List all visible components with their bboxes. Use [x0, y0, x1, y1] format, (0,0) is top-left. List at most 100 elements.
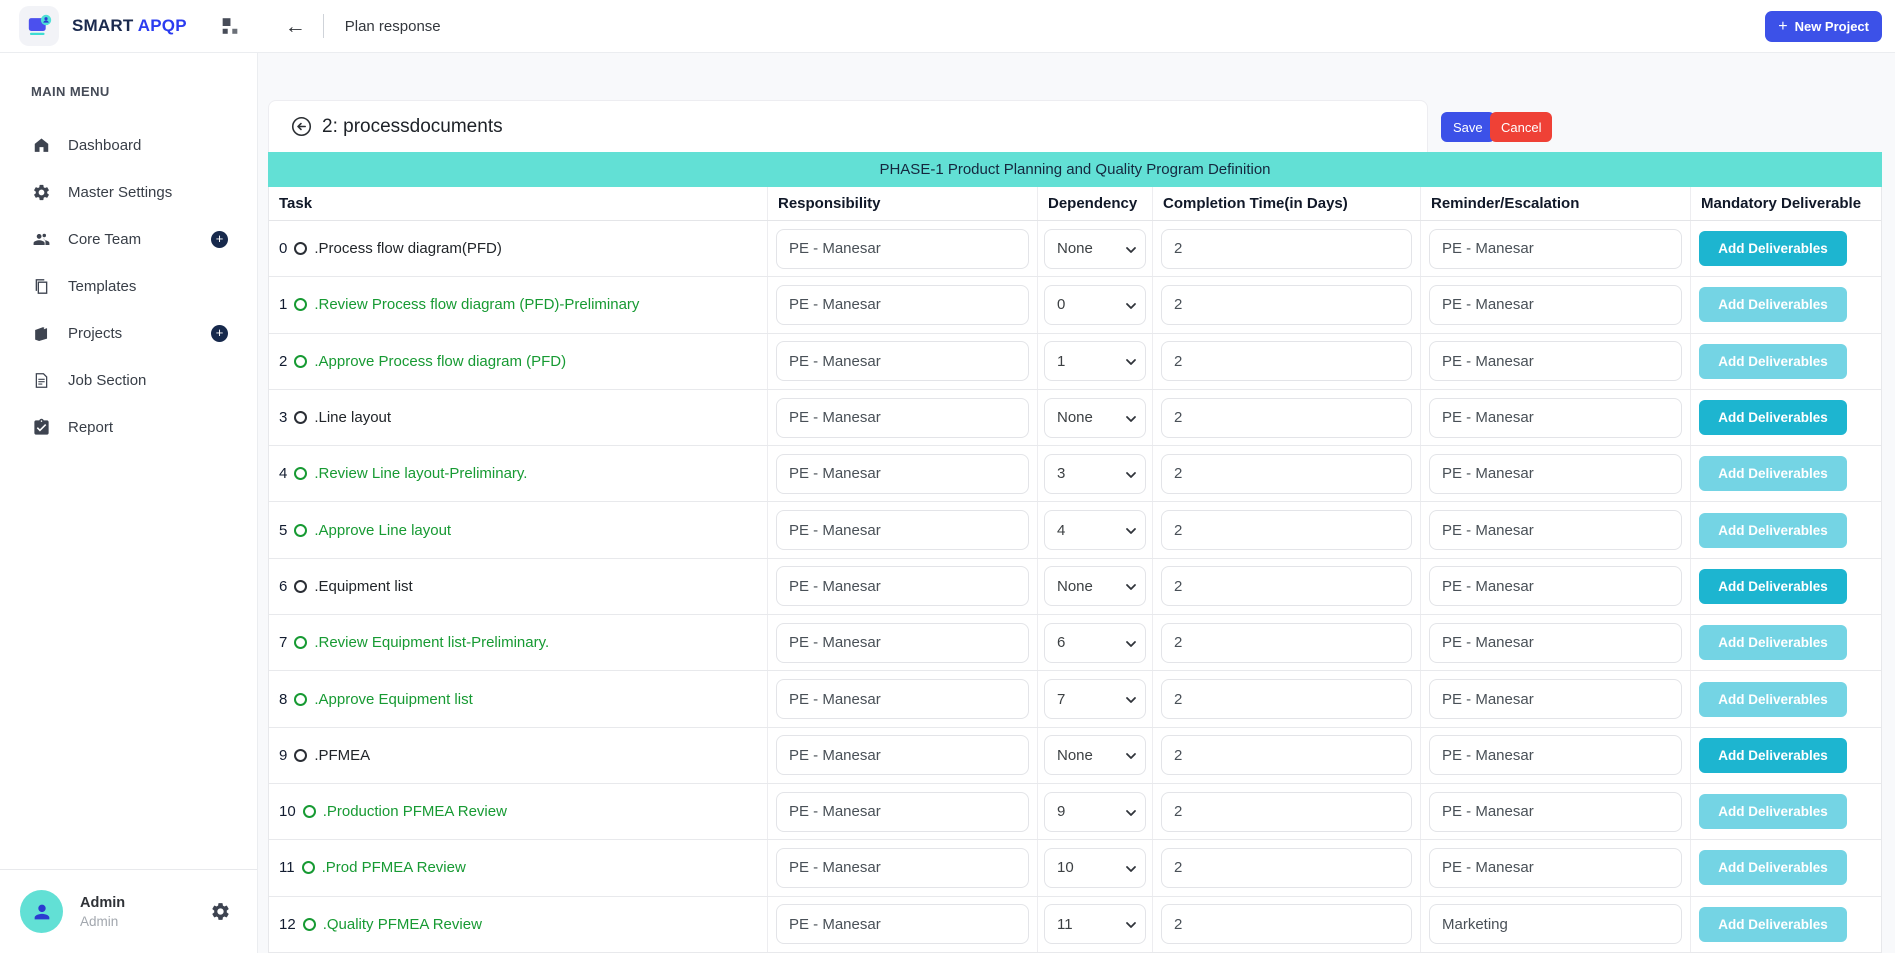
- completion-time-input[interactable]: [1161, 735, 1412, 775]
- add-plus-icon[interactable]: +: [211, 325, 228, 342]
- task-radio[interactable]: [294, 636, 307, 649]
- reminder-input[interactable]: [1429, 398, 1682, 438]
- task-radio[interactable]: [294, 749, 307, 762]
- sidebar-item-projects[interactable]: Projects+: [0, 310, 257, 357]
- reminder-input[interactable]: [1429, 679, 1682, 719]
- completion-time-input[interactable]: [1161, 285, 1412, 325]
- back-arrow-icon[interactable]: ←: [285, 16, 306, 37]
- completion-time-input[interactable]: [1161, 904, 1412, 944]
- add-plus-icon[interactable]: +: [211, 231, 228, 248]
- completion-time-input[interactable]: [1161, 848, 1412, 888]
- add-deliverables-button[interactable]: Add Deliverables: [1699, 850, 1847, 885]
- task-radio[interactable]: [294, 580, 307, 593]
- sidebar-item-master-settings[interactable]: Master Settings: [0, 169, 257, 216]
- task-radio[interactable]: [294, 693, 307, 706]
- dependency-select[interactable]: None: [1045, 567, 1145, 605]
- task-radio[interactable]: [294, 411, 307, 424]
- reminder-input[interactable]: [1429, 623, 1682, 663]
- reminder-input[interactable]: [1429, 904, 1682, 944]
- add-deliverables-button[interactable]: Add Deliverables: [1699, 794, 1847, 829]
- responsibility-input[interactable]: [776, 510, 1029, 550]
- reminder-input[interactable]: [1429, 510, 1682, 550]
- add-deliverables-button[interactable]: Add Deliverables: [1699, 287, 1847, 322]
- task-radio[interactable]: [294, 524, 307, 537]
- dependency-select[interactable]: 6: [1045, 624, 1145, 662]
- reminder-input[interactable]: [1429, 229, 1682, 269]
- task-radio[interactable]: [302, 861, 315, 874]
- dependency-select[interactable]: None: [1045, 230, 1145, 268]
- task-radio[interactable]: [294, 467, 307, 480]
- reminder-input[interactable]: [1429, 792, 1682, 832]
- add-deliverables-button[interactable]: Add Deliverables: [1699, 400, 1847, 435]
- reminder-input[interactable]: [1429, 285, 1682, 325]
- add-deliverables-button[interactable]: Add Deliverables: [1699, 513, 1847, 548]
- reminder-input[interactable]: [1429, 454, 1682, 494]
- responsibility-input[interactable]: [776, 735, 1029, 775]
- completion-time-input[interactable]: [1161, 566, 1412, 606]
- responsibility-input[interactable]: [776, 904, 1029, 944]
- responsibility-input[interactable]: [776, 341, 1029, 381]
- responsibility-input[interactable]: [776, 398, 1029, 438]
- dependency-select[interactable]: None: [1045, 736, 1145, 774]
- completion-time-input[interactable]: [1161, 398, 1412, 438]
- completion-time-input[interactable]: [1161, 229, 1412, 269]
- dependency-select[interactable]: 4: [1045, 511, 1145, 549]
- plan-title: 2: processdocuments: [322, 116, 503, 138]
- sidebar-item-templates[interactable]: Templates: [0, 263, 257, 310]
- sidebar-item-dashboard[interactable]: Dashboard: [0, 122, 257, 169]
- dependency-select[interactable]: 3: [1045, 455, 1145, 493]
- dependency-select[interactable]: 9: [1045, 793, 1145, 831]
- task-radio[interactable]: [303, 805, 316, 818]
- sidebar-item-job-section[interactable]: Job Section: [0, 357, 257, 404]
- reminder-cell: [1421, 840, 1691, 895]
- add-deliverables-button[interactable]: Add Deliverables: [1699, 344, 1847, 379]
- responsibility-input[interactable]: [776, 229, 1029, 269]
- add-deliverables-button[interactable]: Add Deliverables: [1699, 682, 1847, 717]
- task-radio[interactable]: [294, 242, 307, 255]
- save-button[interactable]: Save: [1441, 112, 1495, 142]
- add-deliverables-button[interactable]: Add Deliverables: [1699, 625, 1847, 660]
- reminder-input[interactable]: [1429, 341, 1682, 381]
- responsibility-cell: [768, 390, 1038, 445]
- responsibility-input[interactable]: [776, 848, 1029, 888]
- responsibility-input[interactable]: [776, 679, 1029, 719]
- responsibility-input[interactable]: [776, 623, 1029, 663]
- apps-grid-icon[interactable]: [219, 15, 241, 37]
- back-circle-icon[interactable]: [291, 116, 312, 137]
- new-project-button[interactable]: + New Project: [1765, 11, 1882, 42]
- completion-time-input[interactable]: [1161, 454, 1412, 494]
- task-radio[interactable]: [294, 355, 307, 368]
- responsibility-input[interactable]: [776, 792, 1029, 832]
- add-deliverables-button[interactable]: Add Deliverables: [1699, 569, 1847, 604]
- dependency-select[interactable]: 7: [1045, 680, 1145, 718]
- completion-time-input[interactable]: [1161, 510, 1412, 550]
- responsibility-input[interactable]: [776, 566, 1029, 606]
- task-radio[interactable]: [294, 298, 307, 311]
- add-deliverables-button[interactable]: Add Deliverables: [1699, 456, 1847, 491]
- dependency-select[interactable]: 11: [1045, 905, 1145, 943]
- reminder-input[interactable]: [1429, 735, 1682, 775]
- add-deliverables-button[interactable]: Add Deliverables: [1699, 907, 1847, 942]
- add-deliverables-button[interactable]: Add Deliverables: [1699, 738, 1847, 773]
- reminder-input[interactable]: [1429, 566, 1682, 606]
- dependency-select[interactable]: 0: [1045, 286, 1145, 324]
- dependency-select[interactable]: 1: [1045, 342, 1145, 380]
- sidebar-item-report[interactable]: Report: [0, 404, 257, 451]
- add-deliverables-button[interactable]: Add Deliverables: [1699, 231, 1847, 266]
- completion-time-input[interactable]: [1161, 792, 1412, 832]
- task-cell: 5.Approve Line layout: [269, 502, 768, 557]
- cancel-button[interactable]: Cancel: [1490, 112, 1552, 142]
- user-settings-gear-icon[interactable]: [210, 901, 231, 927]
- completion-time-input[interactable]: [1161, 341, 1412, 381]
- dependency-select[interactable]: 10: [1045, 849, 1145, 887]
- task-index: 8: [279, 691, 287, 708]
- sidebar-item-core-team[interactable]: Core Team+: [0, 216, 257, 263]
- responsibility-input[interactable]: [776, 285, 1029, 325]
- reminder-input[interactable]: [1429, 848, 1682, 888]
- task-radio[interactable]: [303, 918, 316, 931]
- completion-time-input[interactable]: [1161, 623, 1412, 663]
- dependency-select[interactable]: None: [1045, 399, 1145, 437]
- table-row: 12.Quality PFMEA Review11Add Deliverable…: [269, 897, 1881, 953]
- responsibility-input[interactable]: [776, 454, 1029, 494]
- completion-time-input[interactable]: [1161, 679, 1412, 719]
